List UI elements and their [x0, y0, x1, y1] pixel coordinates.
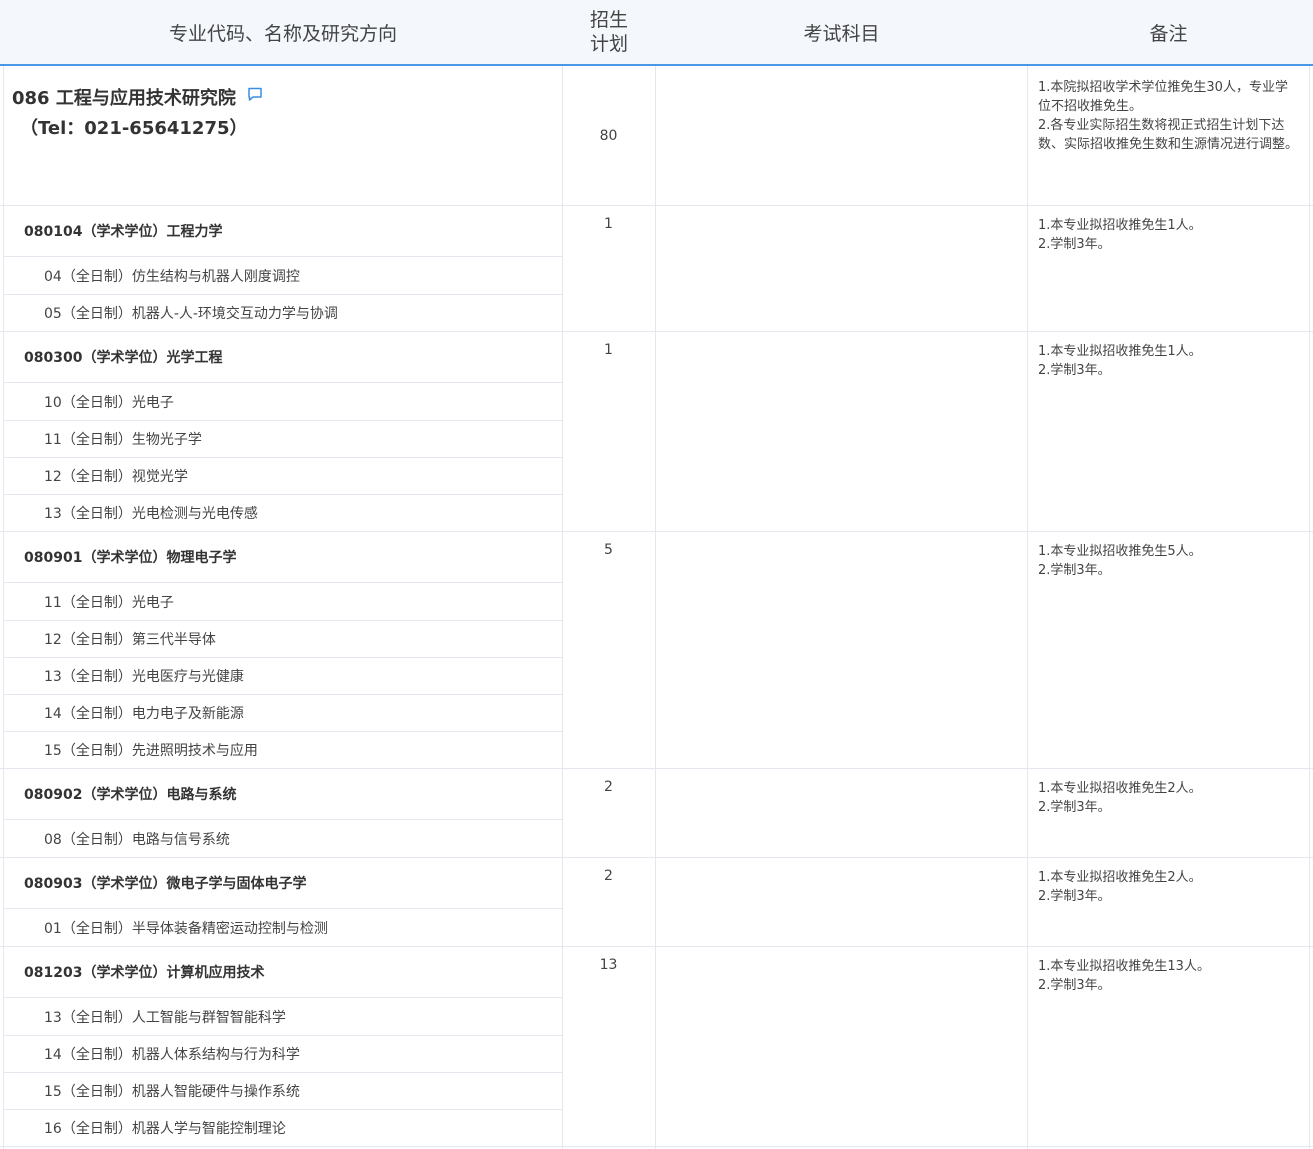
major-label: 081203（学术学位）计算机应用技术 [24, 965, 265, 981]
direction-row: 14（全日制）电力电子及新能源 [4, 695, 562, 732]
plan-value: 1 [604, 216, 613, 232]
direction-label: 13（全日制）光电医疗与光健康 [44, 669, 244, 685]
direction-row: 12（全日制）第三代半导体 [4, 621, 562, 658]
direction-row: 13（全日制）光电检测与光电传感 [4, 495, 562, 532]
note-text: 1.本专业拟招收推免生5人。 2.学制3年。 [1038, 544, 1202, 578]
direction-row: 11（全日制）生物光子学 [4, 421, 562, 458]
college-row: 086 工程与应用技术研究院 （Tel：021-65641275） 80 1.本… [0, 68, 1313, 206]
major-label: 080104（学术学位）工程力学 [24, 224, 223, 240]
direction-label: 04（全日制）仿生结构与机器人刚度调控 [44, 269, 300, 285]
college-name: 086 工程与应用技术研究院 [12, 88, 236, 109]
direction-label: 16（全日制）机器人学与智能控制理论 [44, 1121, 286, 1137]
plan-value: 2 [604, 779, 613, 795]
header-plan-line1: 招生 [589, 9, 628, 31]
plan-value: 2 [604, 868, 613, 884]
direction-row: 14（全日制）机器人体系结构与行为科学 [4, 1036, 562, 1073]
college-plan: 80 [599, 128, 618, 144]
direction-label: 13（全日制）光电检测与光电传感 [44, 506, 258, 522]
group-divider [0, 1146, 1313, 1147]
direction-label: 12（全日制）视觉光学 [44, 469, 188, 485]
direction-row: 08（全日制）电路与信号系统 [4, 821, 562, 858]
direction-label: 14（全日制）电力电子及新能源 [44, 706, 244, 722]
header-plan-line2: 计划 [589, 33, 628, 55]
direction-label: 12（全日制）第三代半导体 [44, 632, 216, 648]
direction-label: 15（全日制）先进照明技术与应用 [44, 743, 258, 759]
direction-row: 15（全日制）机器人智能硬件与操作系统 [4, 1073, 562, 1110]
direction-label: 10（全日制）光电子 [44, 395, 174, 411]
direction-label: 05（全日制）机器人-人-环境交互动力学与协调 [44, 306, 338, 322]
direction-row: 05（全日制）机器人-人-环境交互动力学与协调 [4, 295, 562, 332]
direction-row: 11（全日制）光电子 [4, 584, 562, 621]
header-note: 备注 [1149, 22, 1188, 45]
direction-row: 12（全日制）视觉光学 [4, 458, 562, 495]
plan-value: 13 [599, 957, 618, 973]
note-text: 1.本专业拟招收推免生13人。 2.学制3年。 [1038, 959, 1210, 993]
direction-row: 04（全日制）仿生结构与机器人刚度调控 [4, 258, 562, 295]
major-label: 080300（学术学位）光学工程 [24, 350, 223, 366]
major-label: 080902（学术学位）电路与系统 [24, 787, 237, 803]
note-text: 1.本专业拟招收推免生1人。 2.学制3年。 [1038, 344, 1202, 378]
direction-label: 13（全日制）人工智能与群智智能科学 [44, 1010, 286, 1026]
direction-row: 15（全日制）先进照明技术与应用 [4, 732, 562, 769]
direction-label: 11（全日制）生物光子学 [44, 432, 202, 448]
direction-row: 10（全日制）光电子 [4, 384, 562, 421]
major-row: 080300（学术学位）光学工程 [4, 332, 562, 383]
direction-row: 13（全日制）人工智能与群智智能科学 [4, 999, 562, 1036]
header-plan: 招生 计划 [563, 0, 655, 64]
direction-label: 14（全日制）机器人体系结构与行为科学 [44, 1047, 300, 1063]
plan-value: 5 [604, 542, 613, 558]
note-text: 1.本专业拟招收推免生2人。 2.学制3年。 [1038, 870, 1202, 904]
plan-value: 1 [604, 342, 613, 358]
major-row: 081203（学术学位）计算机应用技术 [4, 947, 562, 998]
major-row: 080902（学术学位）电路与系统 [4, 769, 562, 820]
major-row: 080903（学术学位）微电子学与固体电子学 [4, 858, 562, 909]
direction-label: 15（全日制）机器人智能硬件与操作系统 [44, 1084, 300, 1100]
table-header: 专业代码、名称及研究方向 招生 计划 考试科目 备注 [0, 0, 1313, 66]
major-row: 080901（学术学位）物理电子学 [4, 532, 562, 583]
major-row: 080104（学术学位）工程力学 [4, 206, 562, 257]
admissions-table: 专业代码、名称及研究方向 招生 计划 考试科目 备注 086 工程与应用技术研究… [0, 0, 1313, 1149]
direction-label: 08（全日制）电路与信号系统 [44, 832, 230, 848]
header-exam: 考试科目 [803, 22, 880, 45]
direction-row: 16（全日制）机器人学与智能控制理论 [4, 1110, 562, 1147]
header-major: 专业代码、名称及研究方向 [168, 22, 397, 45]
college-note: 1.本院拟招收学术学位推免生30人，专业学位不招收推免生。 2.各专业实际招生数… [1038, 80, 1299, 152]
major-label: 080901（学术学位）物理电子学 [24, 550, 237, 566]
direction-label: 01（全日制）半导体装备精密运动控制与检测 [44, 921, 328, 937]
college-tel: （Tel：021-65641275） [20, 118, 248, 139]
direction-label: 11（全日制）光电子 [44, 595, 174, 611]
comment-icon[interactable] [247, 86, 263, 102]
note-text: 1.本专业拟招收推免生1人。 2.学制3年。 [1038, 218, 1202, 252]
note-text: 1.本专业拟招收推免生2人。 2.学制3年。 [1038, 781, 1202, 815]
direction-row: 01（全日制）半导体装备精密运动控制与检测 [4, 910, 562, 947]
major-label: 080903（学术学位）微电子学与固体电子学 [24, 876, 307, 892]
direction-row: 13（全日制）光电医疗与光健康 [4, 658, 562, 695]
